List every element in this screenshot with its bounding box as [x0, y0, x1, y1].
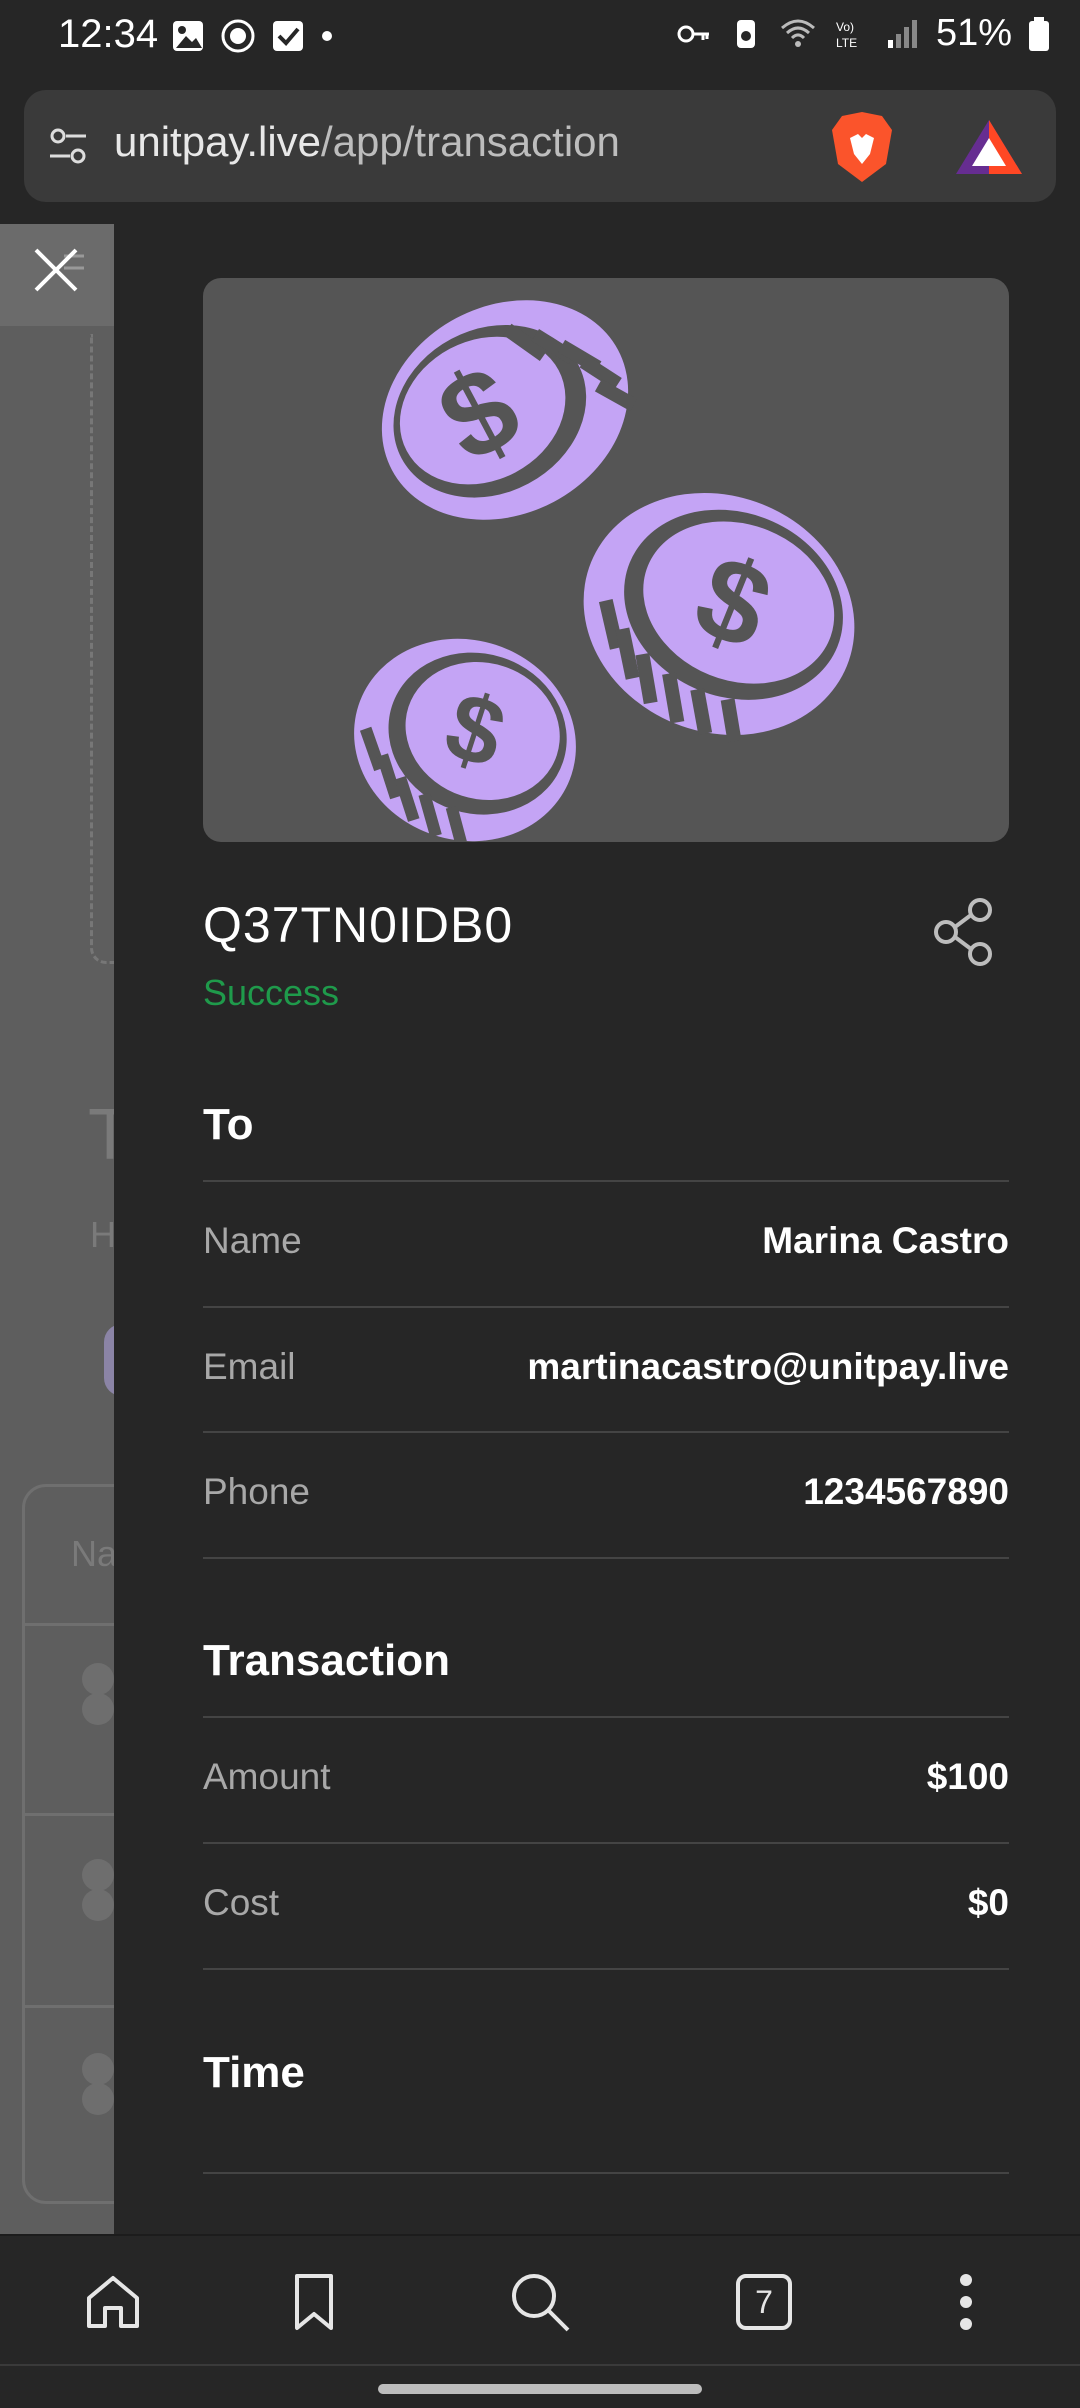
home-icon: [87, 2276, 139, 2328]
background-table-divider: [25, 1623, 114, 1626]
section-divider: [203, 2172, 1009, 2174]
section-title-transaction: Transaction: [203, 1636, 450, 1685]
brave-rewards-icon[interactable]: [954, 116, 1024, 176]
detail-row-email: Email martinacastro@unitpay.live: [203, 1306, 1009, 1432]
wifi-icon: [780, 19, 815, 47]
background-table-divider: [25, 2005, 114, 2008]
detail-label: Name: [203, 1220, 302, 1261]
detail-value: 1234567890: [803, 1471, 1009, 1512]
nav-separator: [0, 2364, 1080, 2366]
more-notifications-dot-icon: [322, 31, 332, 41]
coin-icon: [82, 1663, 114, 1725]
address-bar[interactable]: unitpay.live/app/transaction: [24, 90, 1056, 202]
more-vert-icon: [960, 2274, 972, 2330]
background-dashed-box: [90, 334, 114, 964]
section-divider: [203, 1968, 1009, 1970]
gallery-notification-icon: [173, 21, 203, 51]
transaction-status: Success: [203, 972, 340, 1013]
search-button[interactable]: [500, 2262, 580, 2342]
background-table-divider: [25, 1813, 114, 1816]
gesture-handle[interactable]: [378, 2384, 702, 2394]
detail-value: $100: [926, 1756, 1009, 1797]
signal-icon: [887, 19, 917, 48]
task-check-notification-icon: [273, 21, 303, 51]
tabs-button[interactable]: 7: [724, 2262, 804, 2342]
detail-label: Amount: [203, 1756, 331, 1797]
detail-value: martinacastro@unitpay.live: [527, 1346, 1009, 1387]
data-saver-icon: [736, 19, 755, 48]
browser-toolbar: unitpay.live/app/transaction: [0, 76, 1080, 224]
search-icon: [512, 2274, 570, 2332]
detail-row-phone: Phone 1234567890: [203, 1431, 1009, 1557]
section-title-to: To: [203, 1100, 254, 1149]
bookmarks-button[interactable]: [274, 2262, 354, 2342]
background-table: Na: [22, 1484, 114, 2204]
key-icon: [677, 25, 709, 42]
volte-icon: Vo) LTE: [836, 20, 857, 50]
svg-text:LTE: LTE: [836, 36, 857, 50]
background-table-header: Na: [71, 1533, 114, 1574]
detail-value: $0: [967, 1882, 1009, 1923]
coin-icon: [82, 2053, 114, 2115]
transaction-drawer: $ $ $ Q37TN0IDB0 Success To Name Marina …: [114, 224, 1080, 2234]
background-page: T H Na: [0, 224, 114, 2234]
battery-percent: 51%: [935, 12, 1012, 54]
notification-icons: [170, 18, 334, 54]
bookmark-icon: [295, 2274, 333, 2330]
site-settings-icon[interactable]: [46, 124, 90, 168]
battery-icon: [1029, 16, 1049, 51]
transaction-hero-image: $ $ $: [203, 278, 1009, 842]
close-icon[interactable]: [28, 242, 84, 298]
detail-row-amount: Amount $100: [203, 1716, 1009, 1842]
detail-value: Marina Castro: [762, 1220, 1009, 1261]
url-path: /app/transaction: [321, 118, 620, 165]
url-text[interactable]: unitpay.live/app/transaction: [114, 118, 620, 166]
coins-icon: $ $ $: [354, 300, 855, 842]
status-time: 12:34: [58, 12, 159, 56]
menu-button[interactable]: [926, 2262, 1006, 2342]
transaction-id: Q37TN0IDB0: [203, 897, 514, 953]
coin-bottom: $: [354, 638, 576, 842]
coin-icon: [82, 1859, 114, 1921]
home-button[interactable]: [73, 2262, 153, 2342]
section-title-time: Time: [203, 2048, 305, 2097]
coin-top: $: [381, 300, 638, 520]
background-subheading: H: [90, 1214, 114, 1255]
detail-row-cost: Cost $0: [203, 1842, 1009, 1968]
detail-label: Phone: [203, 1471, 310, 1512]
browser-bottom-nav: 7: [0, 2234, 1080, 2408]
detail-label: Cost: [203, 1882, 280, 1923]
background-heading: T: [88, 1095, 114, 1175]
coin-middle: $: [583, 492, 855, 743]
status-bar: 12:34 Vo) LTE 51%: [0, 0, 1080, 76]
share-icon[interactable]: [932, 896, 996, 968]
system-status-icons: Vo) LTE 51%: [676, 12, 1050, 55]
tabs-count: 7: [736, 2274, 792, 2330]
detail-row-name: Name Marina Castro: [203, 1180, 1009, 1306]
background-button: [104, 1324, 114, 1396]
svg-text:Vo): Vo): [836, 20, 854, 34]
vpn-notification-icon: [221, 19, 255, 53]
brave-shields-icon[interactable]: [830, 110, 894, 184]
detail-label: Email: [203, 1346, 296, 1387]
url-host: unitpay.live: [114, 118, 322, 165]
section-divider: [203, 1557, 1009, 1559]
